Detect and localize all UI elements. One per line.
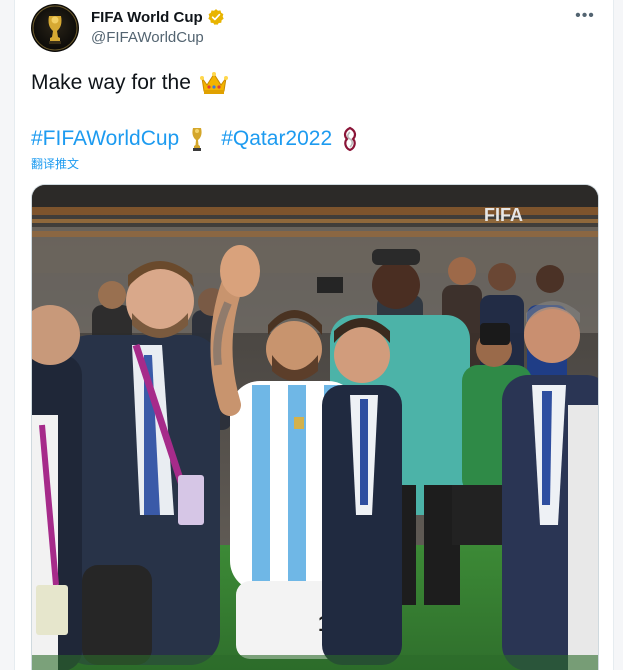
celebration-photo: FIFA — [32, 185, 598, 670]
verified-badge-icon — [207, 8, 225, 26]
hashtag-row: #FIFAWorldCup #Qatar2022 — [31, 126, 374, 152]
tweet-media-image[interactable]: FIFA — [31, 184, 599, 670]
crown-emoji-icon — [199, 70, 229, 96]
display-name[interactable]: FIFA World Cup — [91, 9, 203, 26]
avatar[interactable] — [31, 4, 79, 52]
tweet-card: FIFA World Cup @FIFAWorldCup ••• Make wa… — [14, 0, 614, 670]
hashtag-fifaworldcup[interactable]: #FIFAWorldCup — [31, 127, 179, 151]
fifa-banner-text: FIFA — [484, 205, 523, 225]
qatar-emblem-emoji-icon — [340, 126, 360, 152]
stadium-banner: FIFA — [484, 205, 523, 225]
more-options-icon[interactable]: ••• — [573, 6, 597, 28]
trophy-icon — [32, 5, 78, 51]
tweet-text-content: Make way for the — [31, 71, 191, 94]
author-name-row: FIFA World Cup — [91, 8, 225, 26]
tweet-text: Make way for the — [31, 70, 229, 96]
translate-tweet-link[interactable]: 翻译推文 — [31, 155, 79, 172]
hashtag-qatar2022[interactable]: #Qatar2022 — [221, 127, 332, 151]
author-handle[interactable]: @FIFAWorldCup — [91, 29, 204, 46]
trophy-emoji-icon — [187, 126, 207, 152]
